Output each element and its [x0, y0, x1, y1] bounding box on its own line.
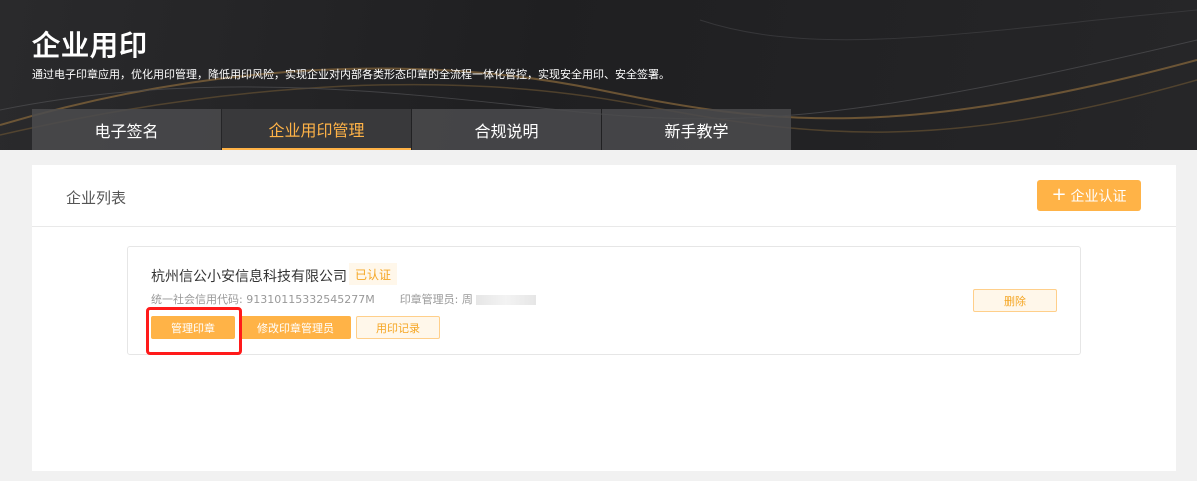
delete-company-button[interactable]: 删除: [973, 289, 1057, 312]
tab-tutorial[interactable]: 新手教学: [602, 109, 791, 150]
certify-button-label: 企业认证: [1070, 188, 1127, 205]
company-card: 杭州信公小安信息科技有限公司 已认证 统一社会信用代码: 91310115332…: [127, 246, 1081, 355]
panel-title: 企业列表: [66, 189, 127, 207]
seal-records-button[interactable]: 用印记录: [356, 316, 440, 339]
tab-compliance[interactable]: 合规说明: [412, 109, 601, 150]
seal-admin-value: 周: [461, 293, 473, 306]
main-tabs: 电子签名 企业用印管理 合规说明 新手教学: [32, 109, 792, 150]
plus-icon: +: [1051, 183, 1067, 205]
seal-admin-label: 印章管理员:: [399, 293, 459, 306]
company-actions: 管理印章 修改印章管理员 用印记录: [151, 316, 440, 339]
company-info-row: 统一社会信用代码: 91310115332545277M 印章管理员: 周: [151, 291, 537, 307]
page-banner: 企业用印 通过电子印章应用，优化用印管理，降低用印风险，实现企业对内部各类形态印…: [0, 0, 1197, 150]
certify-company-button[interactable]: + 企业认证: [1037, 180, 1141, 211]
company-name: 杭州信公小安信息科技有限公司: [151, 269, 347, 285]
manage-seal-button[interactable]: 管理印章: [151, 316, 235, 339]
credit-code-value: 91310115332545277M: [246, 293, 375, 306]
page-title: 企业用印: [32, 29, 149, 62]
redacted-mask: [476, 295, 537, 305]
status-badge: 已认证: [349, 263, 398, 285]
company-list-panel: 企业列表 + 企业认证 杭州信公小安信息科技有限公司 已认证 统一社会信用代码:…: [32, 165, 1176, 471]
tab-seal-management[interactable]: 企业用印管理: [222, 109, 411, 150]
tab-e-signature[interactable]: 电子签名: [32, 109, 221, 150]
credit-code-label: 统一社会信用代码:: [151, 293, 243, 306]
panel-header: 企业列表 + 企业认证: [32, 165, 1176, 227]
edit-seal-admin-button[interactable]: 修改印章管理员: [240, 316, 351, 339]
page-subtitle: 通过电子印章应用，优化用印管理，降低用印风险，实现企业对内部各类形态印章的全流程…: [32, 68, 670, 81]
